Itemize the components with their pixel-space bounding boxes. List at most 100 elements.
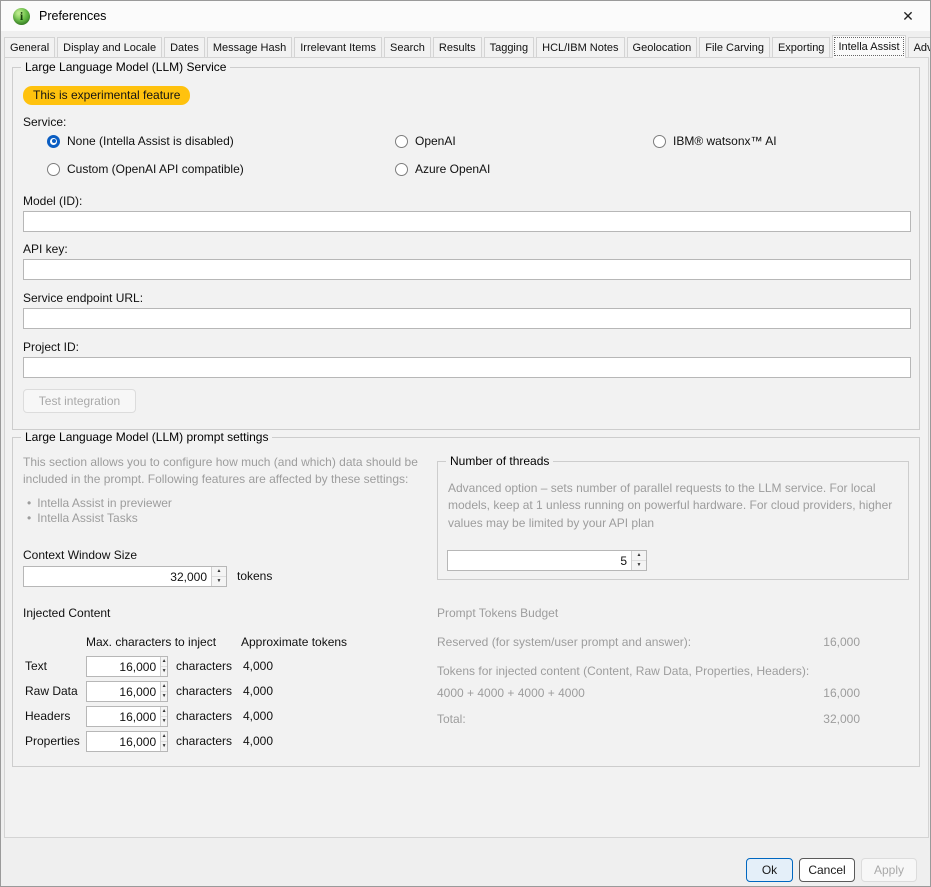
tab-tagging[interactable]: Tagging: [484, 37, 535, 58]
budget-injected-label: Tokens for injected content (Content, Ra…: [437, 664, 809, 678]
tab-intella-assist[interactable]: Intella Assist: [832, 35, 905, 58]
model-id-label: Model (ID):: [23, 194, 82, 208]
stepper-up-icon[interactable]: [161, 732, 167, 742]
headers-chars-stepper: [86, 706, 168, 727]
radio-icon: [395, 135, 408, 148]
characters-unit-label: characters: [176, 734, 232, 748]
radio-service-azure-openai[interactable]: Azure OpenAI: [395, 162, 490, 176]
close-icon[interactable]: ✕: [886, 1, 930, 31]
project-id-input[interactable]: [23, 357, 911, 378]
budget-injected-value: 16,000: [800, 686, 860, 700]
threads-stepper: [447, 550, 647, 571]
threads-description: Advanced option – sets number of paralle…: [448, 480, 896, 532]
text-chars-stepper: [86, 656, 168, 677]
tab-exporting[interactable]: Exporting: [772, 37, 830, 58]
stepper-up-icon[interactable]: [161, 657, 167, 667]
radio-icon: [47, 163, 60, 176]
text-chars-input[interactable]: [87, 657, 160, 676]
stepper-down-icon[interactable]: [632, 561, 646, 570]
radio-service-none[interactable]: None (Intella Assist is disabled): [47, 134, 234, 148]
col-header-approximate-tokens: Approximate tokens: [241, 635, 347, 649]
ok-button[interactable]: Ok: [746, 858, 793, 882]
raw-data-chars-stepper: [86, 681, 168, 702]
characters-unit-label: characters: [176, 709, 232, 723]
raw-data-tokens-value: 4,000: [243, 684, 273, 698]
properties-tokens-value: 4,000: [243, 734, 273, 748]
row-label-properties: Properties: [25, 734, 80, 748]
tab-display-and-locale[interactable]: Display and Locale: [57, 37, 162, 58]
budget-total-label: Total:: [437, 712, 466, 726]
tab-results[interactable]: Results: [433, 37, 482, 58]
stepper-down-icon[interactable]: [212, 577, 226, 586]
intella-app-icon: i: [13, 8, 30, 25]
window-title: Preferences: [39, 9, 106, 23]
prompt-settings-description: This section allows you to configure how…: [23, 454, 445, 489]
tokens-unit-label: tokens: [237, 569, 272, 583]
footer-bar: Ok Cancel Apply: [1, 838, 930, 887]
properties-chars-stepper: [86, 731, 168, 752]
service-label: Service:: [23, 115, 66, 129]
tab-strip: General Display and Locale Dates Message…: [4, 35, 927, 58]
radio-icon: [395, 163, 408, 176]
row-label-text: Text: [25, 659, 47, 673]
properties-chars-input[interactable]: [87, 732, 160, 751]
tab-hcl-ibm-notes[interactable]: HCL/IBM Notes: [536, 37, 624, 58]
row-label-raw-data: Raw Data: [25, 684, 78, 698]
tab-content-panel: Large Language Model (LLM) Service This …: [4, 57, 929, 838]
budget-total-value: 32,000: [800, 712, 860, 726]
tab-advanced[interactable]: Advanced: [908, 37, 931, 58]
stepper-down-icon[interactable]: [161, 667, 167, 676]
radio-icon: [653, 135, 666, 148]
radio-service-ibm-watsonx[interactable]: IBM® watsonx™ AI: [653, 134, 777, 148]
radio-service-openai[interactable]: OpenAI: [395, 134, 456, 148]
stepper-down-icon[interactable]: [161, 742, 167, 751]
api-key-input[interactable]: [23, 259, 911, 280]
tab-geolocation[interactable]: Geolocation: [627, 37, 698, 58]
stepper-down-icon[interactable]: [161, 717, 167, 726]
col-header-max-characters: Max. characters to inject: [86, 635, 216, 649]
stepper-up-icon[interactable]: [161, 707, 167, 717]
tab-general[interactable]: General: [4, 37, 55, 58]
llm-service-group-title: Large Language Model (LLM) Service: [21, 60, 230, 74]
stepper-up-icon[interactable]: [161, 682, 167, 692]
stepper-down-icon[interactable]: [161, 692, 167, 701]
service-endpoint-url-input[interactable]: [23, 308, 911, 329]
budget-injected-sum: 4000 + 4000 + 4000 + 4000: [437, 686, 585, 700]
radio-icon: [47, 135, 60, 148]
tab-dates[interactable]: Dates: [164, 37, 205, 58]
number-of-threads-group: Number of threads Advanced option – sets…: [437, 461, 909, 580]
context-window-size-stepper: [23, 566, 227, 587]
characters-unit-label: characters: [176, 659, 232, 673]
cancel-button[interactable]: Cancel: [799, 858, 855, 882]
raw-data-chars-input[interactable]: [87, 682, 160, 701]
budget-reserved-label: Reserved (for system/user prompt and ans…: [437, 635, 691, 649]
tab-message-hash[interactable]: Message Hash: [207, 37, 292, 58]
prompt-settings-group-title: Large Language Model (LLM) prompt settin…: [21, 430, 272, 444]
preferences-dialog: i Preferences ✕ General Display and Loca…: [0, 0, 931, 887]
injected-content-title: Injected Content: [23, 606, 110, 620]
prompt-tokens-budget-title: Prompt Tokens Budget: [437, 606, 558, 620]
stepper-up-icon[interactable]: [212, 567, 226, 577]
threads-input[interactable]: [448, 551, 631, 570]
text-tokens-value: 4,000: [243, 659, 273, 673]
stepper-up-icon[interactable]: [632, 551, 646, 561]
radio-service-custom[interactable]: Custom (OpenAI API compatible): [47, 162, 244, 176]
model-id-input[interactable]: [23, 211, 911, 232]
headers-chars-input[interactable]: [87, 707, 160, 726]
api-key-label: API key:: [23, 242, 68, 256]
apply-button[interactable]: Apply: [861, 858, 917, 882]
characters-unit-label: characters: [176, 684, 232, 698]
number-of-threads-title: Number of threads: [446, 454, 553, 468]
context-window-size-input[interactable]: [24, 567, 211, 586]
tab-search[interactable]: Search: [384, 37, 431, 58]
service-endpoint-url-label: Service endpoint URL:: [23, 291, 143, 305]
tab-file-carving[interactable]: File Carving: [699, 37, 770, 58]
title-bar: i Preferences ✕: [1, 1, 930, 31]
row-label-headers: Headers: [25, 709, 70, 723]
test-integration-button[interactable]: Test integration: [23, 389, 136, 413]
budget-reserved-value: 16,000: [800, 635, 860, 649]
headers-tokens-value: 4,000: [243, 709, 273, 723]
tab-irrelevant-items[interactable]: Irrelevant Items: [294, 37, 382, 58]
experimental-badge: This is experimental feature: [23, 86, 190, 105]
feature-bullet-tasks: Intella Assist Tasks: [27, 511, 138, 525]
